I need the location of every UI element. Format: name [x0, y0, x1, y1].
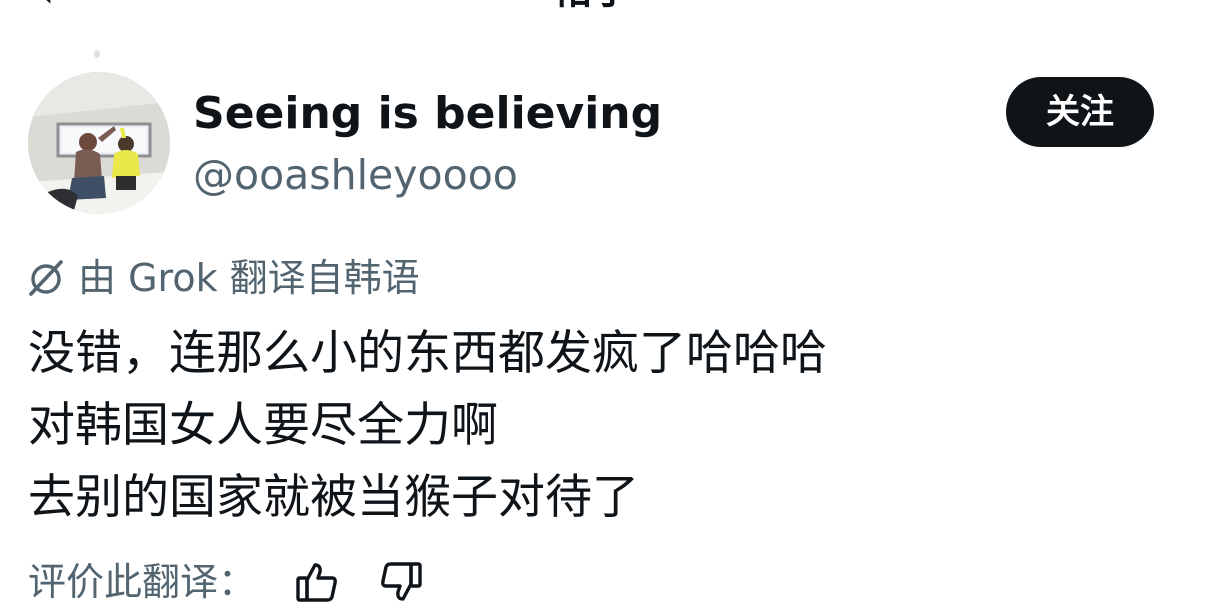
translation-label: 由 Grok 翻译自韩语 — [78, 256, 420, 300]
avatar-photo-icon — [28, 72, 170, 214]
tweet-body: 没错，连那么小的东西都发疯了哈哈哈 对韩国女人要尽全力啊 去别的国家就被当猴子对… — [28, 318, 827, 534]
author-handle[interactable]: @ooashleyoooo — [193, 150, 518, 200]
divider-dot — [94, 50, 100, 58]
top-bar: ‹ 帖子 — [0, 0, 1206, 14]
author-display-name[interactable]: Seeing is believing — [193, 88, 662, 140]
tweet-detail-page: ‹ 帖子 Seeing is believing @ooashleyoooo 关… — [0, 0, 1206, 612]
thumbs-up-icon[interactable] — [294, 559, 340, 605]
tweet-line: 没错，连那么小的东西都发疯了哈哈哈 — [28, 326, 827, 381]
tweet-line: 去别的国家就被当猴子对待了 — [28, 470, 639, 525]
rate-translation-row: 评价此翻译： — [28, 556, 424, 608]
translation-notice: 由 Grok 翻译自韩语 — [26, 254, 420, 302]
author-avatar[interactable] — [28, 72, 170, 214]
grok-icon — [29, 260, 63, 296]
back-arrow-icon[interactable]: ‹ — [40, 0, 54, 12]
page-title: 帖子 — [552, 0, 632, 10]
thumbs-down-icon[interactable] — [378, 559, 424, 605]
rate-translation-label: 评价此翻译： — [28, 560, 257, 604]
tweet-line: 对韩国女人要尽全力啊 — [28, 398, 498, 453]
follow-button[interactable]: 关注 — [1006, 77, 1154, 147]
